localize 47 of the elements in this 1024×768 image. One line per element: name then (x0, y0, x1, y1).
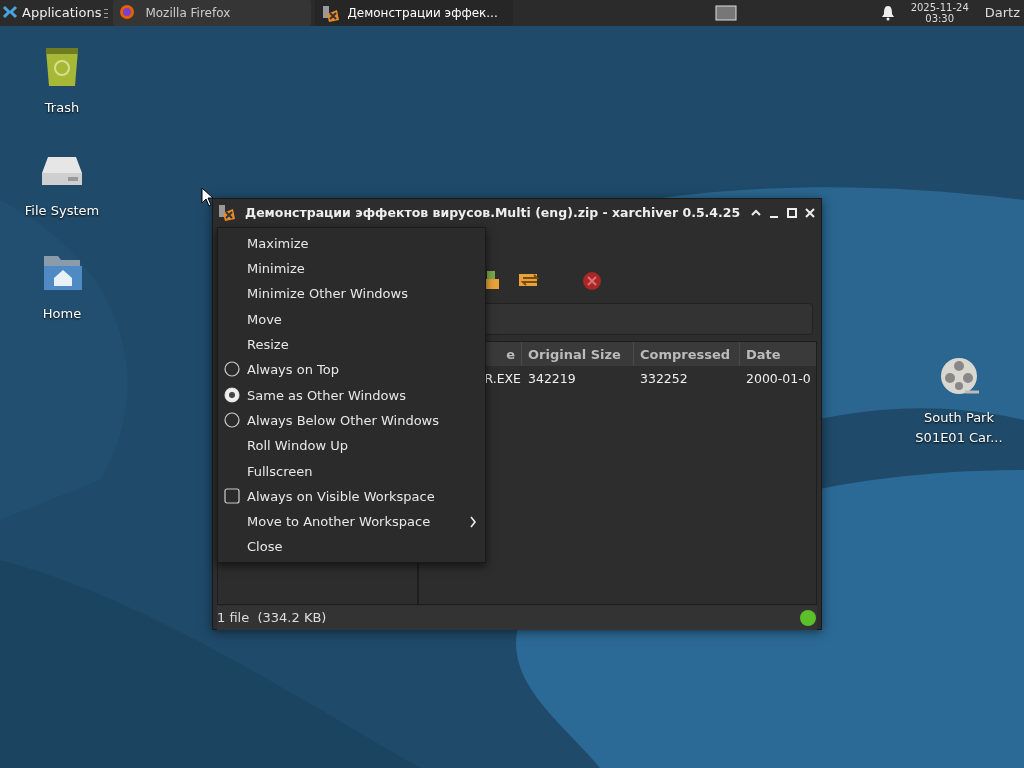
user-name[interactable]: Dartz (984, 3, 1024, 23)
archive-icon (217, 203, 237, 223)
desktop-icon-label[interactable]: South Park S01E01 Car... (911, 408, 1007, 447)
status-indicator-icon (799, 609, 817, 627)
taskbar-button[interactable]: Демонстрации эффек... (315, 0, 514, 26)
menu-item[interactable]: Close (218, 534, 485, 560)
column-header[interactable]: Original Size (522, 342, 634, 366)
table-cell: 2000-01-0 (746, 371, 811, 386)
xfce-logo-icon (2, 5, 18, 21)
close-button[interactable] (803, 206, 817, 220)
column-header[interactable]: Date (740, 342, 816, 366)
menu-item[interactable]: Move (218, 306, 485, 333)
menu-item[interactable]: Roll Window Up (218, 433, 485, 459)
desktop-icon-label[interactable]: File System (14, 201, 110, 221)
table-cell: 332252 (640, 371, 688, 386)
status-text: 1 file (334.2 KB) (217, 609, 327, 628)
window-title: Демонстрации эффектов вирусов.Multi (eng).zip - xarchiver 0.5.4.25 (245, 203, 742, 222)
table-cell: R.EXE (484, 371, 521, 386)
applications-menu-button[interactable]: Applications (0, 0, 104, 26)
column-header[interactable]: Compressed (634, 342, 740, 366)
menu-item[interactable]: Minimize Other Windows (218, 281, 485, 307)
chevron-right-icon (469, 515, 477, 528)
checkbox[interactable] (224, 487, 240, 504)
stop-icon[interactable] (581, 269, 603, 292)
menu-item[interactable]: Always Below Other Windows (218, 408, 485, 434)
menu-item[interactable]: Maximize (218, 231, 485, 257)
clock[interactable]: 2025-11-24 03:30 (910, 2, 969, 24)
desktop-icon-label[interactable]: Trash (14, 98, 110, 118)
menu-item[interactable]: Always on Visible Workspace (218, 483, 485, 510)
notification-bell-icon[interactable] (880, 5, 895, 21)
maximize-button[interactable] (785, 206, 799, 220)
radio-button[interactable] (224, 361, 240, 378)
radio-button[interactable] (224, 412, 240, 429)
menu-item[interactable]: Move to Another Workspace (218, 509, 485, 535)
workspace-pager-icon[interactable] (714, 5, 737, 21)
table-cell: 342219 (528, 371, 576, 386)
archive-icon (321, 4, 340, 22)
desktop-icon-label[interactable]: Home (14, 304, 110, 324)
menu-item[interactable]: Resize (218, 332, 485, 358)
menu-item[interactable]: Fullscreen (218, 458, 485, 484)
menu-item[interactable]: Always on Top (218, 357, 485, 383)
menu-item[interactable]: Same as Other Windows (218, 382, 485, 409)
radio-button[interactable] (224, 386, 240, 403)
taskbar-button[interactable]: Mozilla Firefox (113, 0, 312, 26)
handle-icon (103, 7, 110, 19)
menu-item[interactable]: Minimize (218, 256, 485, 282)
mouse-cursor-icon (201, 187, 215, 207)
